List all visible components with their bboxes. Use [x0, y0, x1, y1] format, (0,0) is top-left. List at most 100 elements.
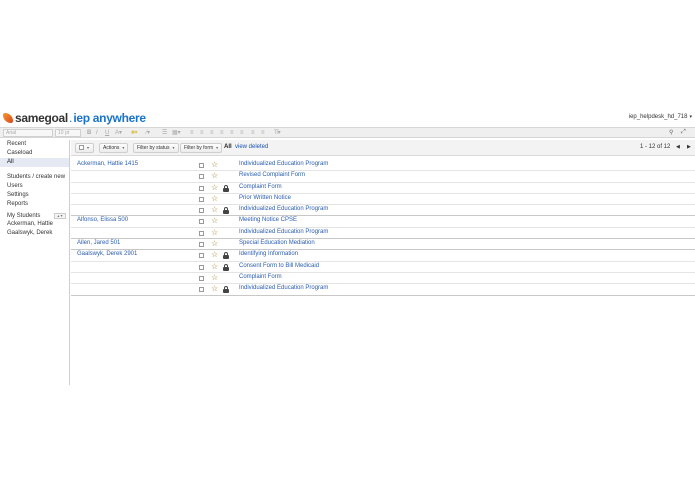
- row-checkbox[interactable]: [199, 163, 204, 168]
- align-left-icon[interactable]: ≡: [230, 130, 234, 136]
- form-link[interactable]: Revised Complaint Form: [239, 172, 305, 178]
- row-checkbox[interactable]: [199, 264, 204, 270]
- sidebar-item-students-create-new[interactable]: Students / create new: [0, 173, 69, 182]
- link-icon[interactable]: ⁄▾: [146, 130, 150, 136]
- align-right-icon[interactable]: ≡: [251, 130, 255, 136]
- font-select[interactable]: Arial: [3, 129, 53, 137]
- student-link[interactable]: Allen, Jared 501: [77, 240, 120, 246]
- student-link[interactable]: Gaalswyk, Derek 2901: [77, 251, 137, 257]
- star-icon[interactable]: ☆: [211, 239, 218, 248]
- table-row[interactable]: ☆ Revised Complaint Form: [71, 171, 695, 183]
- italic-icon[interactable]: I: [96, 130, 98, 136]
- star-icon[interactable]: ☆: [211, 273, 218, 282]
- outdent-icon[interactable]: ≡: [210, 130, 214, 136]
- table-row[interactable]: ☆ Consent Form to Bill Medicaid: [71, 262, 695, 273]
- star-icon[interactable]: ☆: [211, 194, 218, 203]
- student-link[interactable]: Alfonso, Elissa 500: [77, 217, 128, 223]
- my-students-header: My Students ▴ ▾: [0, 211, 69, 220]
- star-icon[interactable]: ☆: [211, 183, 218, 192]
- my-students-menu-button[interactable]: ▴ ▾: [54, 212, 66, 219]
- row-checkbox[interactable]: [199, 185, 204, 191]
- select-all-dropdown[interactable]: ▾: [75, 143, 94, 153]
- table-row[interactable]: ☆ Complaint Form: [71, 183, 695, 194]
- table-row[interactable]: ☆ Complaint Form: [71, 273, 695, 285]
- star-icon[interactable]: ☆: [211, 284, 218, 293]
- sidebar-item-all[interactable]: All: [0, 158, 69, 167]
- table-options-icon[interactable]: ▦▾: [172, 130, 181, 136]
- formatting-toolbar: Arial 10 pt B I U A▾ ■▾ ⁄▾ ☰ ▦▾ ≡ ≡ ≡ ≡ …: [0, 127, 695, 138]
- sidebar-item-reports[interactable]: Reports: [0, 200, 69, 209]
- chevron-down-icon: ▾: [689, 114, 692, 120]
- student-link[interactable]: Ackerman, Hattie 1415: [77, 161, 138, 167]
- row-checkbox[interactable]: [199, 275, 204, 281]
- my-student-item[interactable]: Ackerman, Hattie: [0, 220, 69, 229]
- table-row[interactable]: Gaalswyk, Derek 2901 ☆ Identifying Informa…: [71, 250, 695, 262]
- form-link[interactable]: Identifying Information: [239, 251, 298, 257]
- justify-icon[interactable]: ≡: [261, 130, 265, 136]
- star-icon[interactable]: ☆: [211, 205, 218, 214]
- form-link[interactable]: Complaint Form: [239, 274, 282, 280]
- next-page-icon[interactable]: ▶: [687, 144, 691, 150]
- table-row[interactable]: ☆ Individualized Education Program: [71, 284, 695, 296]
- highlight-color-icon[interactable]: ■▾: [131, 130, 138, 136]
- form-link[interactable]: Individualized Education Program: [239, 285, 328, 291]
- sidebar-item-caseload[interactable]: Caseload: [0, 149, 69, 158]
- numbered-list-icon[interactable]: ≡: [190, 130, 194, 136]
- my-student-item[interactable]: Gaalswyk, Derek: [0, 229, 69, 238]
- row-checkbox[interactable]: [199, 219, 204, 225]
- star-icon[interactable]: ☆: [211, 228, 218, 237]
- row-checkbox[interactable]: [199, 196, 204, 202]
- row-checkbox[interactable]: [199, 253, 204, 259]
- table-row[interactable]: Ackerman, Hattie 1415 ☆ Individualized Edu…: [71, 160, 695, 172]
- filter-by-form-button[interactable]: Filter by form ▾: [180, 143, 223, 153]
- row-checkbox[interactable]: [199, 230, 204, 236]
- expand-icon[interactable]: ⤢: [681, 129, 686, 136]
- row-checkbox[interactable]: [199, 242, 204, 248]
- filter-by-form-label: Filter by form: [184, 145, 214, 151]
- clear-format-icon[interactable]: T̸▾: [274, 130, 281, 136]
- underline-icon[interactable]: U: [105, 130, 109, 136]
- table-row[interactable]: ☆ Individualized Education Program: [71, 228, 695, 240]
- form-link[interactable]: Special Education Mediation: [239, 240, 315, 246]
- previous-page-icon[interactable]: ◀: [676, 144, 680, 150]
- filter-by-status-button[interactable]: Filter by status ▾: [133, 143, 179, 153]
- table-row[interactable]: ☆ Individualized Education Program: [71, 205, 695, 217]
- star-icon[interactable]: ☆: [211, 216, 218, 225]
- form-link[interactable]: Individualized Education Program: [239, 229, 328, 235]
- actions-button[interactable]: Actions ▾: [99, 143, 129, 153]
- star-icon[interactable]: ☆: [211, 262, 218, 271]
- bold-icon[interactable]: B: [87, 130, 91, 136]
- row-checkbox[interactable]: [199, 174, 204, 180]
- sidebar-item-settings[interactable]: Settings: [0, 191, 69, 200]
- table-icon[interactable]: ☰: [162, 130, 167, 136]
- form-link[interactable]: Individualized Education Program: [239, 206, 328, 212]
- select-all-checkbox[interactable]: [79, 144, 84, 150]
- row-checkbox[interactable]: [199, 287, 204, 293]
- table-row[interactable]: Alfonso, Elissa 500 ☆ Meeting Notice CPSE: [71, 216, 695, 228]
- view-deleted-link[interactable]: view deleted: [235, 144, 268, 150]
- bullet-list-icon[interactable]: ≡: [200, 130, 204, 136]
- star-icon[interactable]: ☆: [211, 250, 218, 259]
- forms-list: Ackerman, Hattie 1415 ☆ Individualized Edu…: [71, 160, 695, 296]
- lock-icon: [223, 286, 229, 294]
- table-row[interactable]: ☆ Prior Written Notice: [71, 194, 695, 206]
- form-link[interactable]: Prior Written Notice: [239, 195, 291, 201]
- form-link[interactable]: Consent Form to Bill Medicaid: [239, 263, 319, 269]
- pin-icon[interactable]: ⚲: [669, 129, 673, 136]
- user-menu[interactable]: iep_helpdesk_hd_718 ▾: [629, 114, 692, 120]
- align-center-icon[interactable]: ≡: [240, 130, 244, 136]
- sidebar-item-recent[interactable]: Recent: [0, 140, 69, 149]
- form-link[interactable]: Meeting Notice CPSE: [239, 217, 297, 223]
- list-toolbar: ▾ Actions ▾ Filter by status ▾ Filter by f…: [71, 140, 695, 156]
- font-size-select[interactable]: 10 pt: [55, 129, 81, 137]
- table-row[interactable]: Allen, Jared 501 ☆ Special Education Media…: [71, 239, 695, 251]
- sidebar-item-users[interactable]: Users: [0, 182, 69, 191]
- star-icon[interactable]: ☆: [211, 171, 218, 180]
- samegoal-logo[interactable]: samegoal . iep anywhere: [3, 111, 146, 125]
- star-icon[interactable]: ☆: [211, 160, 218, 169]
- indent-icon[interactable]: ≡: [220, 130, 224, 136]
- text-color-icon[interactable]: A▾: [115, 130, 122, 136]
- row-checkbox[interactable]: [199, 208, 204, 214]
- form-link[interactable]: Individualized Education Program: [239, 161, 328, 167]
- form-link[interactable]: Complaint Form: [239, 184, 282, 190]
